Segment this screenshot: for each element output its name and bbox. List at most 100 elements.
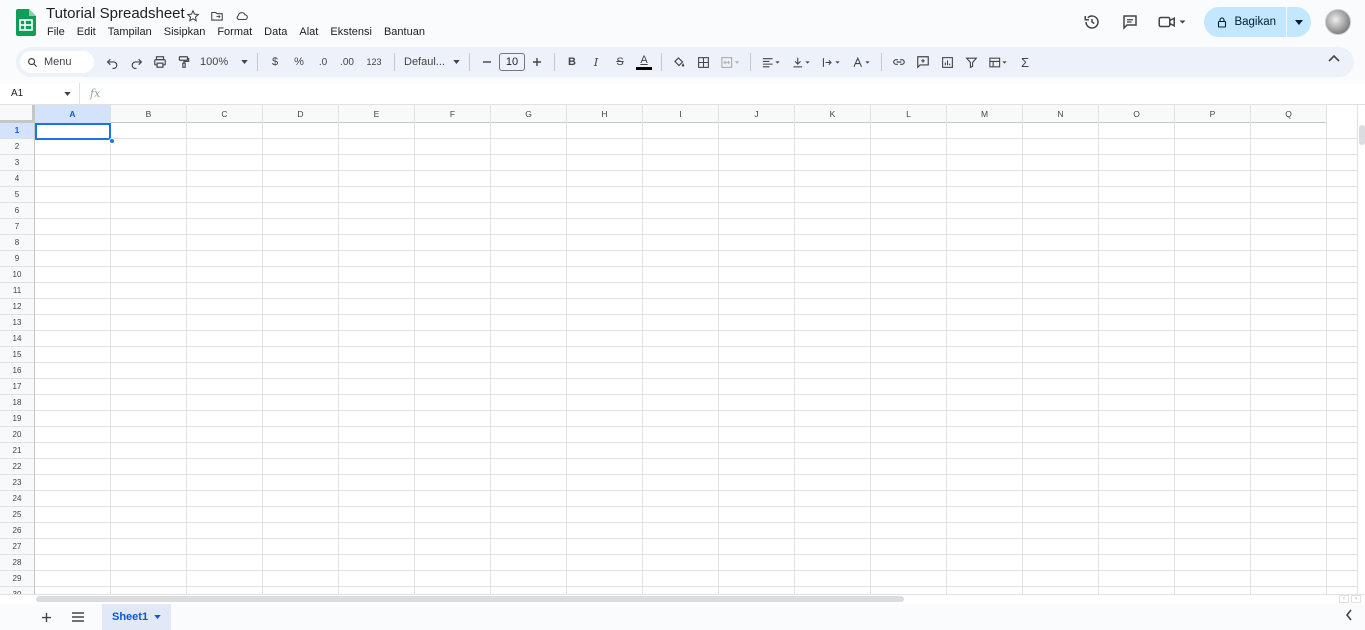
menu-insert[interactable]: Sisipkan — [158, 25, 212, 39]
row-header-2[interactable]: 2 — [0, 139, 34, 155]
name-box[interactable]: A1 — [0, 82, 80, 105]
menu-search[interactable]: Menu — [20, 51, 94, 73]
caret-down-icon[interactable] — [154, 615, 161, 619]
column-header-b[interactable]: B — [111, 105, 187, 123]
insert-link-icon[interactable] — [887, 50, 911, 74]
column-header-e[interactable]: E — [339, 105, 415, 123]
row-header-30[interactable]: 30 — [0, 587, 34, 594]
select-all-corner[interactable] — [0, 105, 35, 123]
row-header-12[interactable]: 12 — [0, 299, 34, 315]
text-rotation-icon[interactable] — [846, 50, 876, 74]
account-avatar[interactable] — [1325, 9, 1351, 35]
sheet-grid[interactable]: ABCDEFGHIJKLMNOPQ 1 2 3 4 5 6 7 8 9 10 11 12 13 14 15 1… — [0, 105, 1357, 594]
column-header-f[interactable]: F — [415, 105, 491, 123]
menu-help[interactable]: Bantuan — [378, 25, 431, 39]
menu-format[interactable]: Format — [211, 25, 258, 39]
vertical-align-icon[interactable] — [786, 50, 816, 74]
row-header-19[interactable]: 19 — [0, 411, 34, 427]
row-header-22[interactable]: 22 — [0, 459, 34, 475]
menu-view[interactable]: Tampilan — [102, 25, 158, 39]
share-dropdown-button[interactable] — [1287, 7, 1311, 37]
cloud-status-icon[interactable] — [232, 7, 250, 25]
column-header-h[interactable]: H — [567, 105, 643, 123]
increase-decimal-button[interactable]: .00 — [335, 50, 359, 74]
row-header-26[interactable]: 26 — [0, 523, 34, 539]
column-header-i[interactable]: I — [643, 105, 719, 123]
expand-side-panel-icon[interactable] — [1345, 608, 1353, 626]
all-sheets-icon[interactable] — [66, 605, 90, 629]
star-icon[interactable] — [184, 7, 202, 25]
row-header-23[interactable]: 23 — [0, 475, 34, 491]
insert-chart-icon[interactable] — [935, 50, 959, 74]
row-header-8[interactable]: 8 — [0, 235, 34, 251]
column-header-l[interactable]: L — [871, 105, 947, 123]
font-size-input[interactable]: 10 — [499, 53, 525, 71]
borders-icon[interactable] — [691, 50, 715, 74]
comment-icon[interactable] — [1116, 8, 1144, 36]
row-header-16[interactable]: 16 — [0, 363, 34, 379]
row-header-28[interactable]: 28 — [0, 555, 34, 571]
paint-format-icon[interactable] — [172, 50, 196, 74]
column-header-d[interactable]: D — [263, 105, 339, 123]
print-icon[interactable] — [148, 50, 172, 74]
vertical-scrollbar[interactable] — [1357, 105, 1365, 594]
redo-icon[interactable] — [124, 50, 148, 74]
menu-file[interactable]: File — [41, 25, 71, 39]
row-header-6[interactable]: 6 — [0, 203, 34, 219]
column-header-o[interactable]: O — [1099, 105, 1175, 123]
row-header-13[interactable]: 13 — [0, 315, 34, 331]
row-header-3[interactable]: 3 — [0, 155, 34, 171]
row-header-11[interactable]: 11 — [0, 283, 34, 299]
row-header-29[interactable]: 29 — [0, 571, 34, 587]
horizontal-scrollbar[interactable]: ‹ › — [0, 594, 1365, 604]
column-header-c[interactable]: C — [187, 105, 263, 123]
history-icon[interactable] — [1078, 8, 1106, 36]
insert-comment-icon[interactable] — [911, 50, 935, 74]
column-header-n[interactable]: N — [1023, 105, 1099, 123]
row-header-1[interactable]: 1 — [0, 123, 34, 139]
scroll-left-icon[interactable]: ‹ — [1339, 595, 1349, 603]
text-color-button[interactable]: A — [632, 50, 656, 74]
horizontal-scroll-thumb[interactable] — [36, 596, 904, 602]
row-header-5[interactable]: 5 — [0, 187, 34, 203]
column-header-a[interactable]: A — [35, 105, 111, 123]
fill-color-icon[interactable] — [667, 50, 691, 74]
add-sheet-icon[interactable] — [34, 605, 58, 629]
column-header-j[interactable]: J — [719, 105, 795, 123]
zoom-select[interactable]: 100% — [196, 50, 252, 74]
percent-format-button[interactable]: % — [287, 50, 311, 74]
bold-button[interactable]: B — [560, 50, 584, 74]
row-header-15[interactable]: 15 — [0, 347, 34, 363]
active-cell-A1[interactable] — [35, 123, 111, 140]
menu-extensions[interactable]: Ekstensi — [324, 25, 378, 39]
row-header-25[interactable]: 25 — [0, 507, 34, 523]
row-header-14[interactable]: 14 — [0, 331, 34, 347]
merge-cells-icon[interactable] — [715, 50, 745, 74]
move-folder-icon[interactable] — [208, 7, 226, 25]
row-header-18[interactable]: 18 — [0, 395, 34, 411]
sheets-logo-icon[interactable] — [16, 9, 36, 36]
currency-format-button[interactable]: $ — [263, 50, 287, 74]
row-header-10[interactable]: 10 — [0, 267, 34, 283]
undo-icon[interactable] — [100, 50, 124, 74]
row-header-21[interactable]: 21 — [0, 443, 34, 459]
decrease-decimal-button[interactable]: .0 — [311, 50, 335, 74]
vertical-scroll-thumb[interactable] — [1359, 125, 1365, 145]
horizontal-align-icon[interactable] — [756, 50, 786, 74]
decrease-font-size-icon[interactable] — [475, 50, 499, 74]
filter-views-icon[interactable] — [983, 50, 1013, 74]
row-header-9[interactable]: 9 — [0, 251, 34, 267]
menu-data[interactable]: Data — [258, 25, 293, 39]
row-header-24[interactable]: 24 — [0, 491, 34, 507]
fill-handle[interactable] — [109, 138, 115, 144]
increase-font-size-icon[interactable] — [525, 50, 549, 74]
functions-button[interactable]: Σ — [1013, 50, 1037, 74]
more-formats-button[interactable]: 123 — [359, 50, 389, 74]
strikethrough-button[interactable]: S — [608, 50, 632, 74]
row-header-27[interactable]: 27 — [0, 539, 34, 555]
filter-icon[interactable] — [959, 50, 983, 74]
document-title[interactable]: Tutorial Spreadsheet — [46, 5, 185, 22]
sheet-tab-sheet1[interactable]: Sheet1 — [102, 604, 172, 630]
column-header-k[interactable]: K — [795, 105, 871, 123]
share-button[interactable]: Bagikan — [1204, 7, 1311, 37]
